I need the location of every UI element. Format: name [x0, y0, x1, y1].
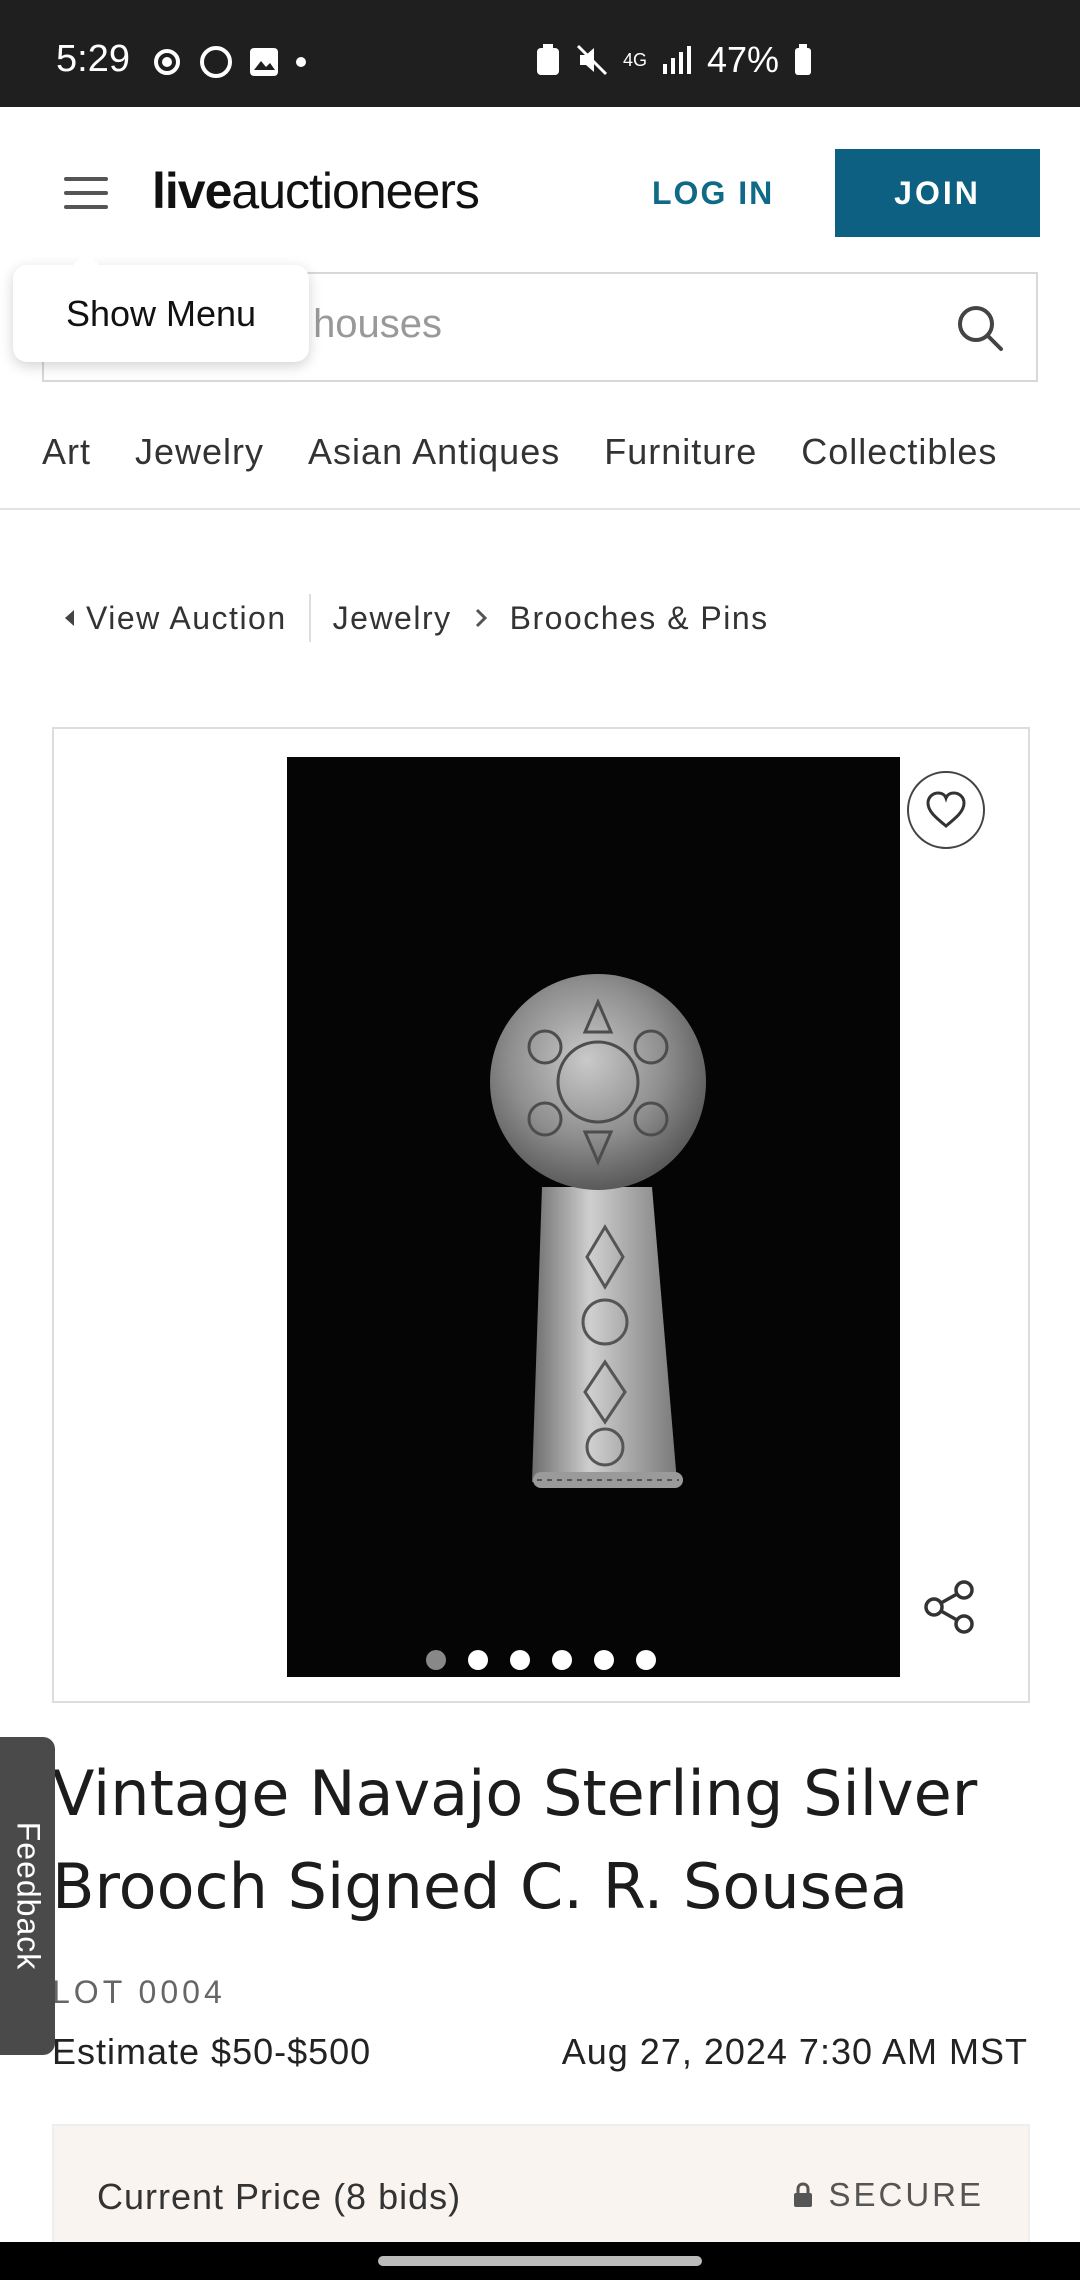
status-time: 5:29 — [56, 38, 130, 80]
site-header: liveauctioneers LOG IN JOIN — [0, 107, 1080, 272]
gallery-dots — [426, 1650, 656, 1670]
caret-left-icon — [65, 610, 74, 626]
sync-icon — [154, 49, 180, 75]
status-bar: 5:29 4G 47% — [0, 0, 1080, 107]
circle-icon — [200, 46, 232, 78]
category-furniture[interactable]: Furniture — [604, 431, 757, 473]
image-icon — [250, 48, 278, 76]
battery-percent: 47% — [707, 39, 780, 80]
gallery-dot[interactable] — [426, 1650, 446, 1670]
battery-icon — [795, 44, 812, 75]
breadcrumb-divider — [308, 594, 311, 642]
show-menu-tooltip: Show Menu — [13, 265, 309, 362]
lock-icon — [794, 2182, 813, 2207]
signal-icon — [663, 46, 692, 74]
search-icon[interactable] — [954, 302, 1006, 354]
gallery-dot[interactable] — [468, 1650, 488, 1670]
menu-icon[interactable] — [64, 177, 108, 209]
feedback-tab[interactable]: Feedback — [0, 1737, 55, 2055]
gallery-dot[interactable] — [594, 1650, 614, 1670]
estimate: Estimate $50-$500 — [52, 2031, 372, 2072]
category-art[interactable]: Art — [42, 431, 91, 473]
status-icons-right: 4G 47% — [535, 39, 813, 80]
join-button[interactable]: JOIN — [835, 149, 1040, 237]
home-indicator[interactable] — [378, 2256, 702, 2266]
lot-number: LOT 0004 — [52, 1974, 226, 2010]
status-icons-left — [150, 44, 308, 80]
system-nav-bar — [0, 2242, 1080, 2280]
current-price-label: Current Price (8 bids) — [97, 2176, 462, 2217]
category-nav: Art Jewelry Asian Antiques Furniture Col… — [0, 395, 1080, 510]
gallery-dot[interactable] — [552, 1650, 572, 1670]
back-link[interactable]: View Auction — [62, 600, 287, 637]
battery-saver-icon — [537, 44, 559, 75]
image-gallery — [52, 727, 1030, 1703]
category-jewelry[interactable]: Jewelry — [135, 431, 264, 473]
view-auction-label: View Auction — [86, 599, 287, 636]
network-label: 4G — [623, 49, 648, 70]
favorite-button[interactable] — [907, 771, 985, 849]
brooch-image — [490, 974, 706, 1488]
chevron-right-icon — [474, 600, 488, 637]
dot-icon — [296, 57, 306, 67]
auction-date: Aug 27, 2024 7:30 AM MST — [561, 2031, 1028, 2072]
category-collectibles[interactable]: Collectibles — [801, 431, 997, 473]
breadcrumb-brooches[interactable]: Brooches & Pins — [510, 600, 769, 637]
site-logo[interactable]: liveauctioneers — [152, 162, 480, 220]
breadcrumb-jewelry[interactable]: Jewelry — [333, 600, 452, 637]
gallery-dot[interactable] — [510, 1650, 530, 1670]
current-price-panel: Current Price (8 bids) SECURE — [52, 2124, 1030, 2244]
heart-icon — [926, 791, 966, 828]
tooltip-arrow — [70, 252, 102, 268]
share-icon[interactable] — [922, 1579, 978, 1635]
mute-icon — [576, 44, 608, 76]
login-button[interactable]: LOG IN — [652, 175, 774, 212]
secure-badge: SECURE — [792, 2176, 984, 2214]
gallery-dot[interactable] — [636, 1650, 656, 1670]
item-photo[interactable] — [287, 757, 900, 1677]
category-asian-antiques[interactable]: Asian Antiques — [308, 431, 560, 473]
breadcrumb: View Auction Jewelry Brooches & Pins — [62, 590, 769, 646]
item-title: Vintage Navajo Sterling Silver Brooch Si… — [52, 1757, 978, 1923]
